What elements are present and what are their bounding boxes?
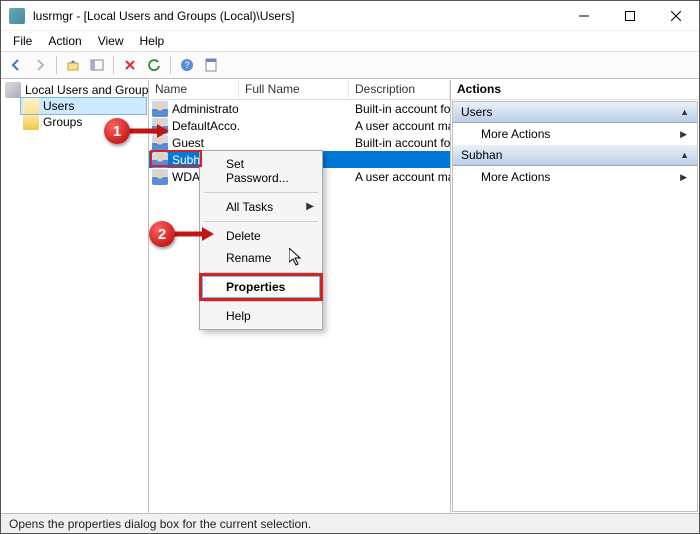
cm-set-password[interactable]: Set Password... [202,153,320,189]
context-menu: Set Password... All Tasks ▶ Delete Renam… [199,150,323,330]
list-row[interactable]: DefaultAcco... A user account manage [149,117,450,134]
tree-root-label: Local Users and Groups (Local) [25,83,149,97]
row-desc: A user account manage [349,170,450,184]
menu-action[interactable]: Action [40,32,89,50]
annotation-arrow-2 [174,225,214,245]
list-header: Name Full Name Description [149,80,450,100]
row-name: Administrator [172,102,239,116]
up-button[interactable] [62,54,84,76]
annotation-arrow-1 [129,122,169,142]
statusbar: Opens the properties dialog box for the … [1,513,699,533]
forward-button[interactable] [29,54,51,76]
cm-sep [204,272,318,273]
menu-file[interactable]: File [5,32,40,50]
collapse-icon: ▲ [680,150,689,160]
tree-panel: Local Users and Groups (Local) Users Gro… [1,80,149,513]
toolbar-sep [170,56,171,74]
status-text: Opens the properties dialog box for the … [9,517,311,531]
back-button[interactable] [5,54,27,76]
help-icon[interactable]: ? [176,54,198,76]
tree-root[interactable]: Local Users and Groups (Local) [3,82,146,98]
show-hide-button[interactable] [86,54,108,76]
user-icon [152,169,168,185]
actions-more-users[interactable]: More Actions ▶ [453,123,697,145]
tree-users-label: Users [43,99,74,113]
list-row[interactable]: Guest Built-in account for gue [149,134,450,151]
actions-section-users[interactable]: Users ▲ [453,102,697,123]
tree-users[interactable]: Users [21,98,146,114]
cm-help[interactable]: Help [202,305,320,327]
folder-open-icon [23,98,39,114]
actions-body: Users ▲ More Actions ▶ Subhan ▲ More Act… [452,101,698,512]
tree-groups-label: Groups [43,115,82,129]
row-desc: Built-in account for adm [349,102,450,116]
annotation-marker-1: 1 [104,118,130,144]
actions-panel: Actions Users ▲ More Actions ▶ Subhan ▲ … [451,80,699,513]
col-description[interactable]: Description [349,80,450,99]
chevron-right-icon: ▶ [680,172,687,183]
cm-sep [204,192,318,193]
menubar: File Action View Help [1,31,699,51]
annotation-marker-2: 2 [149,221,175,247]
row-name: DefaultAcco... [172,119,239,133]
close-button[interactable] [653,1,699,31]
cm-all-tasks[interactable]: All Tasks ▶ [202,196,320,218]
col-fullname[interactable]: Full Name [239,80,349,99]
cm-properties[interactable]: Properties [202,276,320,298]
collapse-icon: ▲ [680,107,689,117]
cm-all-tasks-label: All Tasks [226,200,273,214]
toolbar: ? [1,51,699,79]
row-name: Guest [172,136,204,150]
chevron-right-icon: ▶ [306,201,314,212]
menu-help[interactable]: Help [132,32,173,50]
chevron-right-icon: ▶ [680,129,687,140]
cm-rename[interactable]: Rename [202,247,320,269]
cm-delete[interactable]: Delete [202,225,320,247]
actions-subhan-label: Subhan [461,148,502,162]
list-panel: Name Full Name Description Administrator… [149,80,451,513]
list-row[interactable]: Administrator Built-in account for adm [149,100,450,117]
actions-section-subhan[interactable]: Subhan ▲ [453,145,697,166]
window-title: lusrmgr - [Local Users and Groups (Local… [33,9,561,23]
properties-icon[interactable] [200,54,222,76]
svg-text:?: ? [184,60,189,70]
cm-sep [204,301,318,302]
maximize-button[interactable] [607,1,653,31]
folder-icon [23,114,39,130]
more-actions-label: More Actions [481,127,550,141]
titlebar: lusrmgr - [Local Users and Groups (Local… [1,1,699,31]
refresh-icon[interactable] [143,54,165,76]
app-icon [9,8,25,24]
col-name[interactable]: Name [149,80,239,99]
actions-more-subhan[interactable]: More Actions ▶ [453,166,697,188]
cm-sep [204,221,318,222]
toolbar-sep [113,56,114,74]
more-actions-label: More Actions [481,170,550,184]
toolbar-sep [56,56,57,74]
user-icon [152,152,168,168]
delete-icon[interactable] [119,54,141,76]
console-icon [5,82,21,98]
row-desc: Built-in account for gue [349,136,450,150]
actions-users-label: Users [461,105,492,119]
main-area: Local Users and Groups (Local) Users Gro… [1,79,699,513]
menu-view[interactable]: View [90,32,132,50]
actions-header: Actions [451,80,699,100]
minimize-button[interactable] [561,1,607,31]
user-icon [152,101,168,117]
row-desc: A user account manage [349,119,450,133]
